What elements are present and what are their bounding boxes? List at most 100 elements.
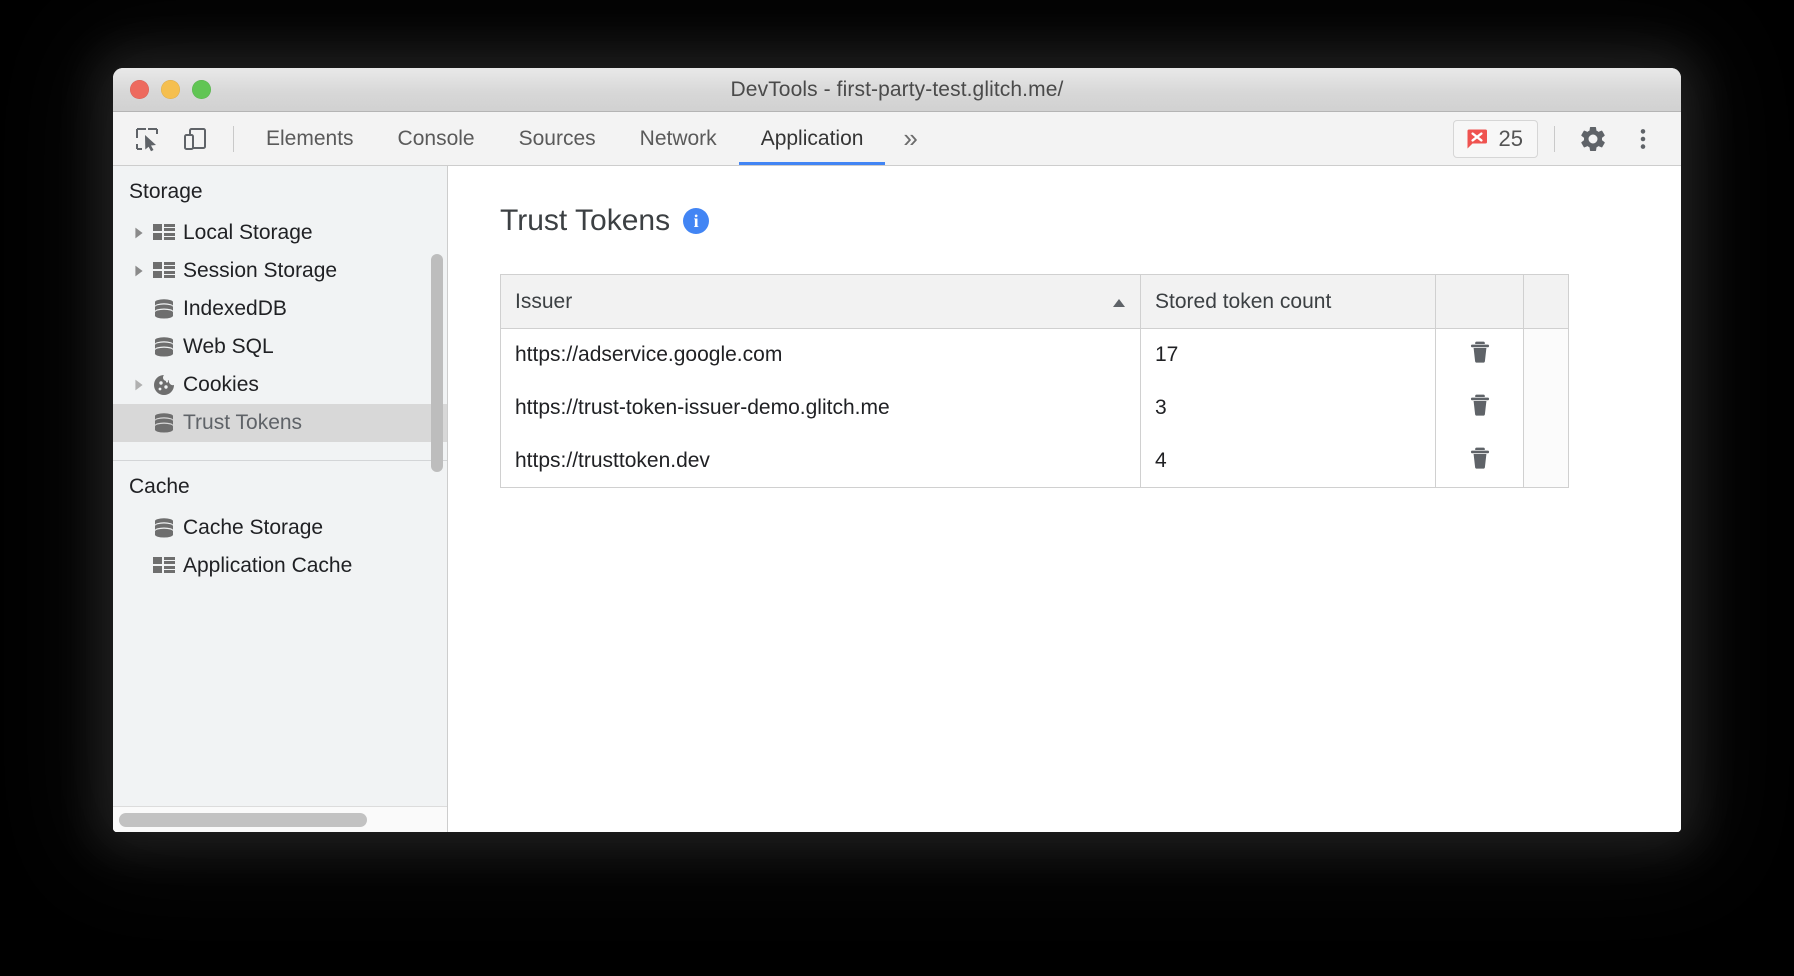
sidebar-item-label: Session Storage [183, 259, 337, 283]
sidebar-item-application-cache[interactable]: Application Cache [113, 547, 447, 585]
toolbar-divider-right [1554, 126, 1555, 152]
column-header-issuer[interactable]: Issuer [501, 275, 1141, 329]
more-tabs-button[interactable]: » [885, 112, 935, 165]
table-row[interactable]: https://trusttoken.dev 4 [501, 435, 1569, 488]
sidebar-item-trust-tokens[interactable]: Trust Tokens [113, 404, 447, 442]
sidebar-section-storage: Storage [113, 166, 447, 450]
sidebar-item-label: Local Storage [183, 221, 313, 245]
cell-delete[interactable] [1436, 435, 1524, 488]
cell-filler [1524, 329, 1569, 382]
table-row[interactable]: https://trust-token-issuer-demo.glitch.m… [501, 382, 1569, 435]
column-header-filler [1524, 275, 1569, 329]
window-titlebar: DevTools - first-party-test.glitch.me/ [113, 68, 1681, 112]
sidebar-section-cache: Cache [113, 460, 447, 593]
sidebar-item-local-storage[interactable]: Local Storage [113, 214, 447, 252]
sidebar-item-label: Trust Tokens [183, 411, 302, 435]
chevron-double-right-icon: » [903, 123, 917, 154]
application-sidebar: Storage [113, 166, 448, 832]
sidebar-item-label: IndexedDB [183, 297, 287, 321]
sidebar-item-label: Web SQL [183, 335, 274, 359]
sidebar-item-cookies[interactable]: Cookies [113, 366, 447, 404]
tab-network[interactable]: Network [618, 112, 739, 165]
cell-filler [1524, 435, 1569, 488]
inspect-element-icon [134, 126, 160, 152]
error-count-label: 25 [1499, 126, 1523, 152]
devtools-body: Storage [113, 166, 1681, 832]
database-icon [149, 299, 179, 319]
tab-label: Application [761, 127, 864, 151]
kebab-menu-icon [1630, 126, 1656, 152]
cell-issuer: https://trust-token-issuer-demo.glitch.m… [501, 382, 1141, 435]
table-storage-icon [149, 557, 179, 575]
database-icon [149, 413, 179, 433]
toolbar-divider [233, 126, 234, 152]
toolbar-right-controls: 25 [1453, 112, 1681, 165]
table-body: https://adservice.google.com 17 [501, 329, 1569, 488]
sidebar-item-label: Cache Storage [183, 516, 323, 540]
chevron-right-icon[interactable] [129, 379, 149, 391]
cell-delete[interactable] [1436, 382, 1524, 435]
tab-sources[interactable]: Sources [497, 112, 618, 165]
panel-header: Trust Tokens i [500, 204, 1681, 238]
info-icon[interactable]: i [683, 208, 709, 234]
sort-ascending-icon [1112, 290, 1126, 314]
database-icon [149, 337, 179, 357]
cell-issuer: https://trusttoken.dev [501, 435, 1141, 488]
inspect-element-button[interactable] [127, 119, 167, 159]
tab-label: Console [398, 127, 475, 151]
table-header-row: Issuer Stored token count [501, 275, 1569, 329]
settings-button[interactable] [1571, 117, 1615, 161]
tab-application[interactable]: Application [739, 112, 886, 165]
panel-tabs: Elements Console Sources Network Applica… [244, 112, 936, 165]
cell-filler [1524, 382, 1569, 435]
tab-elements[interactable]: Elements [244, 112, 376, 165]
toolbar-left-controls [113, 112, 244, 165]
trash-icon[interactable] [1468, 400, 1492, 423]
trust-tokens-table: Issuer Stored token count [500, 274, 1569, 488]
tab-label: Elements [266, 127, 354, 151]
sidebar-section-title: Storage [113, 166, 447, 214]
screenshot-stage: DevTools - first-party-test.glitch.me/ [0, 0, 1794, 976]
cell-delete[interactable] [1436, 329, 1524, 382]
storage-tree: Storage [113, 166, 447, 806]
sidebar-item-web-sql[interactable]: Web SQL [113, 328, 447, 366]
column-header-stored-token-count[interactable]: Stored token count [1141, 275, 1436, 329]
sidebar-item-cache-storage[interactable]: Cache Storage [113, 509, 447, 547]
main-menu-button[interactable] [1621, 117, 1665, 161]
table-row[interactable]: https://adservice.google.com 17 [501, 329, 1569, 382]
window-title: DevTools - first-party-test.glitch.me/ [113, 78, 1681, 102]
error-count-badge[interactable]: 25 [1453, 120, 1538, 158]
sidebar-horizontal-scrollbar[interactable] [113, 806, 447, 832]
sidebar-item-label: Cookies [183, 373, 259, 397]
database-icon [149, 518, 179, 538]
table-head: Issuer Stored token count [501, 275, 1569, 329]
tab-console[interactable]: Console [376, 112, 497, 165]
devtools-window: DevTools - first-party-test.glitch.me/ [113, 68, 1681, 832]
column-header-label: Issuer [515, 290, 572, 313]
table-storage-icon [149, 224, 179, 242]
info-glyph: i [694, 211, 699, 232]
sidebar-vertical-scrollbar[interactable] [431, 254, 443, 472]
tab-label: Network [640, 127, 717, 151]
devtools-toolbar: Elements Console Sources Network Applica… [113, 112, 1681, 166]
trust-tokens-panel: Trust Tokens i Issuer [448, 166, 1681, 832]
column-header-label: Stored token count [1155, 290, 1331, 313]
trash-icon[interactable] [1468, 347, 1492, 370]
gear-icon [1578, 124, 1608, 154]
trash-icon[interactable] [1468, 453, 1492, 476]
page-title: Trust Tokens [500, 204, 670, 238]
device-toolbar-button[interactable] [175, 119, 215, 159]
cell-token-count: 17 [1141, 329, 1436, 382]
cell-token-count: 3 [1141, 382, 1436, 435]
cell-issuer: https://adservice.google.com [501, 329, 1141, 382]
tab-label: Sources [519, 127, 596, 151]
chevron-right-icon[interactable] [129, 227, 149, 239]
table-storage-icon [149, 262, 179, 280]
cell-token-count: 4 [1141, 435, 1436, 488]
error-badge-icon [1464, 126, 1490, 152]
scrollbar-thumb[interactable] [119, 813, 367, 827]
sidebar-item-indexeddb[interactable]: IndexedDB [113, 290, 447, 328]
chevron-right-icon[interactable] [129, 265, 149, 277]
sidebar-item-label: Application Cache [183, 554, 352, 578]
sidebar-item-session-storage[interactable]: Session Storage [113, 252, 447, 290]
